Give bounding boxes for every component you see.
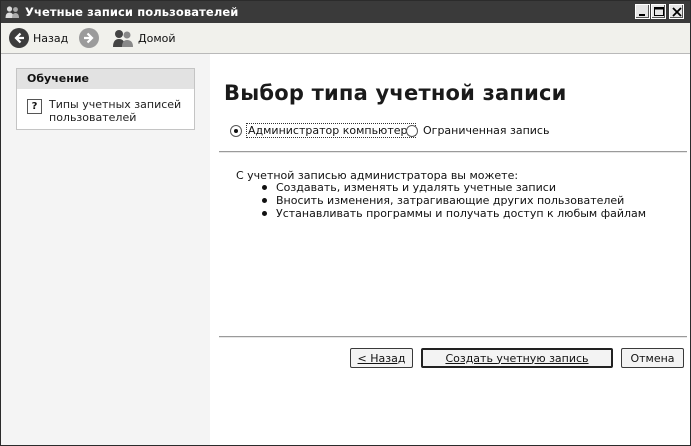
learn-about-box: Обучение ? Типы учетных записей пользова… xyxy=(16,68,195,130)
minimize-icon xyxy=(639,14,645,16)
back-arrow-icon xyxy=(9,28,29,48)
radio-dot-limited[interactable] xyxy=(406,124,418,137)
list-item: Устанавливать программы и получать досту… xyxy=(262,207,646,220)
capabilities-list: Создавать, изменять и удалять учетные за… xyxy=(262,181,646,220)
create-account-button[interactable]: Создать учетную запись xyxy=(421,348,613,368)
create-account-button-label: Создать учетную запись xyxy=(445,351,589,365)
maximize-button[interactable] xyxy=(651,4,666,19)
back-button[interactable]: < Назад xyxy=(350,348,413,368)
cancel-button[interactable]: Отмена xyxy=(621,348,684,368)
title-bar[interactable]: Учетные записи пользователей xyxy=(1,1,690,23)
maximize-icon xyxy=(654,7,664,16)
radio-dot-administrator[interactable] xyxy=(230,124,242,137)
forward-toolbar-button[interactable] xyxy=(79,26,99,50)
back-button-label: < Назад xyxy=(357,351,406,365)
help-icon: ? xyxy=(27,99,42,114)
minimize-button[interactable] xyxy=(635,4,650,19)
radio-label-limited: Ограниченная запись xyxy=(423,124,550,137)
back-toolbar-button[interactable]: Назад xyxy=(9,26,68,50)
page-title: Выбор типа учетной записи xyxy=(224,81,567,105)
separator-bottom-highlight xyxy=(219,337,687,338)
home-users-icon xyxy=(112,28,134,48)
close-icon xyxy=(672,7,682,17)
radio-administrator[interactable]: Администратор компьютера xyxy=(230,123,417,138)
list-item: Вносить изменения, затрагивающие других … xyxy=(262,194,646,207)
learn-item-label: Типы учетных записей пользователей xyxy=(49,98,182,124)
list-item: Создавать, изменять и удалять учетные за… xyxy=(262,181,646,194)
radio-limited[interactable]: Ограниченная запись xyxy=(406,124,549,137)
cancel-button-label: Отмена xyxy=(630,351,675,365)
home-toolbar-label: Домой xyxy=(138,31,176,45)
close-button[interactable] xyxy=(669,4,684,19)
users-icon xyxy=(5,5,20,19)
forward-arrow-icon xyxy=(79,28,99,48)
window-title: Учетные записи пользователей xyxy=(25,5,239,19)
navigation-toolbar: Назад Домой xyxy=(1,23,690,54)
separator-top-highlight xyxy=(219,152,687,153)
back-toolbar-label: Назад xyxy=(33,31,69,45)
radio-label-administrator: Администратор компьютера xyxy=(245,123,417,138)
left-panel: Обучение ? Типы учетных записей пользова… xyxy=(1,54,210,445)
learn-item-account-types[interactable]: ? Типы учетных записей пользователей xyxy=(27,98,189,124)
user-accounts-window: Учетные записи пользователей Назад Домой… xyxy=(0,0,691,446)
home-toolbar-button[interactable]: Домой xyxy=(112,26,176,50)
learn-about-header: Обучение xyxy=(17,69,194,89)
